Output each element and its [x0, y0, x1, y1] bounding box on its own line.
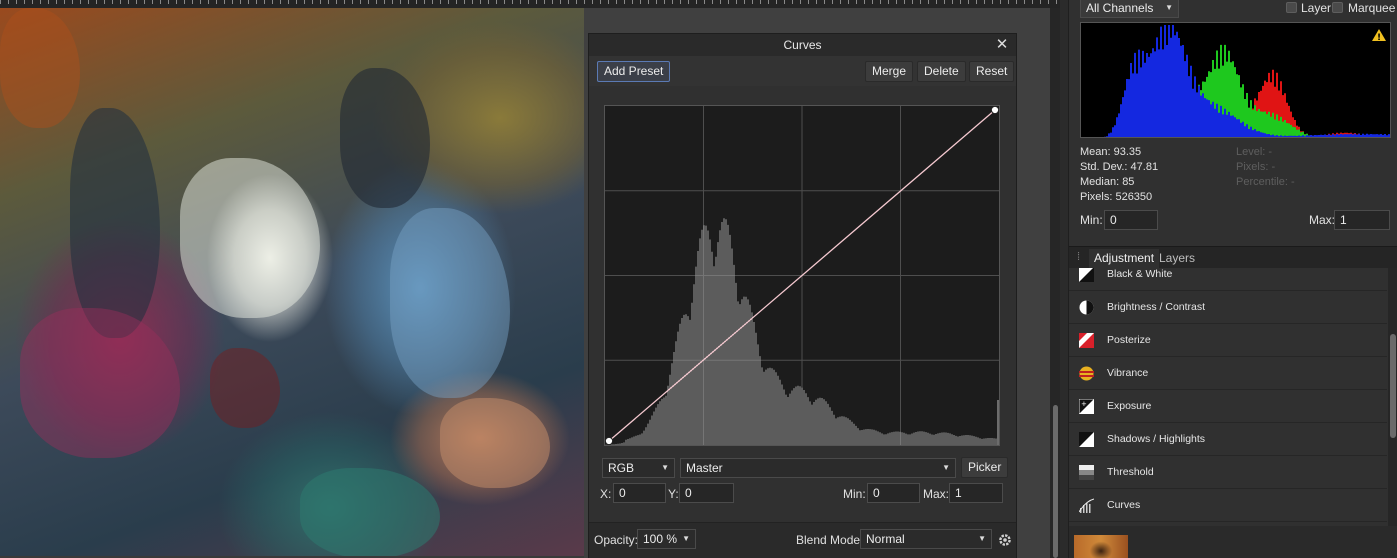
- layer-checkbox[interactable]: [1286, 2, 1297, 13]
- mode-select-value: Master: [686, 461, 723, 475]
- channel-select[interactable]: RGB ▼: [602, 458, 675, 478]
- adjustment-label: Curves: [1107, 499, 1141, 511]
- min-label: Min:: [843, 487, 866, 501]
- stat-percentile: Percentile: -: [1236, 176, 1295, 188]
- hist-max-input[interactable]: 1: [1334, 210, 1390, 230]
- delete-button[interactable]: Delete: [917, 61, 966, 82]
- opacity-select[interactable]: 100 % ▼: [637, 529, 696, 549]
- adjustment-item-exposure[interactable]: + Exposure: [1069, 390, 1387, 423]
- adjustment-item-shadows-highlights[interactable]: Shadows / Highlights: [1069, 423, 1387, 456]
- layer-label: Layer: [1301, 1, 1332, 15]
- blend-mode-label: Blend Mode:: [796, 533, 864, 547]
- stat-std-dev: Std. Dev.: 47.81: [1080, 161, 1159, 173]
- curves-icon: [1079, 498, 1094, 513]
- stat-pixels: Pixels: 526350: [1080, 191, 1153, 203]
- opacity-value: 100 %: [643, 532, 678, 546]
- channel-select-value: RGB: [608, 461, 635, 475]
- merge-button[interactable]: Merge: [865, 61, 914, 82]
- curves-dialog: Curves ✕ Add Preset Merge Delete Reset R…: [588, 33, 1017, 558]
- stat-pixels-sel: Pixels: -: [1236, 161, 1276, 173]
- chevron-down-icon: ▼: [661, 463, 669, 472]
- hist-max-label: Max:: [1309, 213, 1336, 227]
- max-label: Max:: [923, 487, 950, 501]
- posterize-icon: [1079, 333, 1094, 348]
- right-panel: All Channels ▼ Layer Marquee ! Mean: 93.3…: [1068, 0, 1397, 558]
- adjustment-label: Vibrance: [1107, 367, 1149, 379]
- channels-select[interactable]: All Channels ▼: [1080, 0, 1179, 18]
- x-label: X:: [600, 487, 612, 501]
- chevron-down-icon: ▼: [1165, 3, 1173, 12]
- vibrance-icon: [1079, 366, 1094, 381]
- adjustment-item-posterize[interactable]: Posterize: [1069, 324, 1387, 357]
- marquee-label: Marquee: [1348, 1, 1396, 15]
- adjustment-label: Threshold: [1107, 466, 1154, 478]
- histogram-chart: !: [1080, 22, 1391, 138]
- chevron-down-icon: ▼: [942, 463, 950, 472]
- stat-mean: Mean: 93.35: [1080, 146, 1142, 158]
- adjustment-list: Black & White Brightness / Contrast Post…: [1069, 268, 1387, 526]
- close-icon[interactable]: ✕: [994, 34, 1010, 56]
- adjustment-item-brightness-contrast[interactable]: Brightness / Contrast: [1069, 291, 1387, 324]
- warning-glyph: !: [1377, 33, 1381, 41]
- adjustment-label: Black & White: [1107, 268, 1173, 280]
- drag-handle-icon[interactable]: ⁞: [1077, 251, 1080, 263]
- add-preset-button[interactable]: Add Preset: [597, 61, 671, 82]
- reset-button[interactable]: Reset: [969, 61, 1015, 82]
- adjustment-item-threshold[interactable]: Threshold: [1069, 456, 1387, 489]
- y-input[interactable]: 0: [679, 483, 734, 503]
- stat-median: Median: 85: [1080, 176, 1135, 188]
- panel-tabs: ⁞ Adjustment Layers: [1069, 246, 1397, 269]
- document-image[interactable]: [0, 8, 584, 556]
- tab-adjustment[interactable]: Adjustment: [1089, 249, 1160, 269]
- threshold-icon: [1079, 465, 1094, 480]
- blend-mode-value: Normal: [866, 532, 905, 546]
- curve-control-point[interactable]: [990, 106, 999, 115]
- exposure-icon: +: [1079, 399, 1094, 414]
- adjustment-label: Exposure: [1107, 400, 1152, 412]
- gear-icon[interactable]: [998, 533, 1012, 547]
- min-input[interactable]: 0: [867, 483, 920, 503]
- adjustment-item-curves[interactable]: Curves: [1069, 489, 1387, 522]
- marquee-checkbox[interactable]: [1332, 2, 1343, 13]
- black-white-icon: [1079, 268, 1094, 282]
- tab-layers[interactable]: Layers: [1154, 249, 1200, 269]
- adjustment-scrollbar-thumb[interactable]: [1390, 334, 1396, 438]
- curve-graph[interactable]: [604, 105, 1000, 446]
- top-ruler: [0, 0, 1060, 8]
- warning-icon[interactable]: !: [1372, 29, 1386, 41]
- chevron-down-icon: ▼: [978, 534, 986, 543]
- adjustment-item-vibrance[interactable]: Vibrance: [1069, 357, 1387, 390]
- shadows-highlights-icon: [1079, 432, 1094, 447]
- hist-min-input[interactable]: 0: [1104, 210, 1158, 230]
- channels-select-value: All Channels: [1086, 1, 1154, 15]
- x-input[interactable]: 0: [613, 483, 666, 503]
- svg-text:+: +: [1081, 400, 1087, 408]
- picker-button[interactable]: Picker: [961, 457, 1009, 478]
- opacity-label: Opacity:: [594, 533, 639, 547]
- stat-level: Level: -: [1236, 146, 1273, 158]
- canvas-scrollbar-thumb[interactable]: [1053, 405, 1058, 558]
- max-input[interactable]: 1: [949, 483, 1003, 503]
- hist-min-label: Min:: [1080, 213, 1103, 227]
- chevron-down-icon: ▼: [682, 534, 690, 543]
- blend-mode-select[interactable]: Normal ▼: [860, 529, 992, 549]
- preset-thumbnail[interactable]: [1074, 535, 1128, 558]
- adjustment-label: Shadows / Highlights: [1107, 433, 1206, 445]
- mode-select[interactable]: Master ▼: [680, 458, 956, 478]
- curves-title-bar[interactable]: Curves ✕: [589, 34, 1016, 56]
- brightness-contrast-icon: [1079, 300, 1094, 315]
- adjustment-label: Posterize: [1107, 334, 1151, 346]
- curves-toolbar: Add Preset Merge Delete Reset: [589, 56, 1016, 86]
- curves-footer: Opacity: 100 % ▼ Blend Mode: Normal ▼: [589, 522, 1016, 558]
- adjustment-item-black-white[interactable]: Black & White: [1069, 268, 1387, 291]
- curve-control-point[interactable]: [605, 436, 614, 445]
- y-label: Y:: [668, 487, 679, 501]
- adjustment-label: Brightness / Contrast: [1107, 301, 1206, 313]
- histogram-svg: [1104, 25, 1390, 137]
- curve-graph-svg[interactable]: [605, 106, 999, 445]
- curves-title: Curves: [783, 38, 822, 52]
